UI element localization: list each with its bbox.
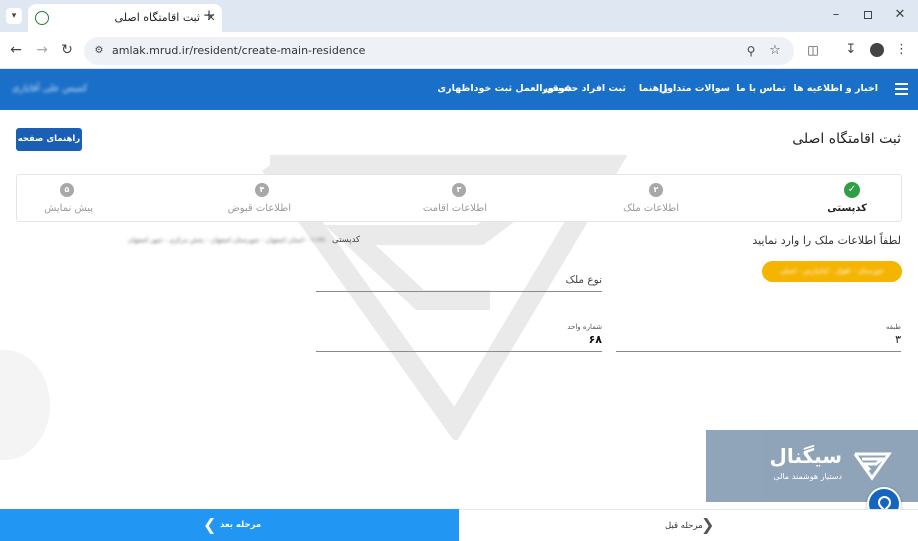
tab-title: ثبت اقامتگاه اصلی [114, 11, 200, 24]
tab-list-chevron-icon[interactable]: ▾ [6, 8, 22, 24]
page-guide-button[interactable]: راهنمای صفحه [16, 128, 82, 151]
next-step-button[interactable]: ❮ مرحله بعد [0, 509, 459, 541]
step-1-check-icon: ✓ [844, 182, 860, 198]
floor-label: طبقه [886, 323, 901, 331]
step-3-number: ۳ [452, 183, 466, 197]
unit-number-underline [316, 351, 602, 352]
site-header: اخبار و اطلاعیه ها تماس با ما سوالات متد… [0, 69, 918, 110]
signal-brand: سیگنال [769, 444, 843, 468]
location-badge-text: خوزستان - اهواز - کیانپارس - اصلی [780, 267, 884, 275]
restore-icon[interactable] [864, 11, 872, 19]
nav-guide[interactable]: راهنما [639, 83, 668, 94]
nav-news[interactable]: اخبار و اطلاعیه ها [793, 83, 878, 94]
property-type-label: نوع ملک [565, 274, 602, 286]
close-window-icon[interactable]: ✕ [892, 7, 908, 23]
page-guide-button-label: راهنمای صفحه [17, 134, 81, 144]
form-instruction: لطفاً اطلاعات ملک را وارد نمایید [752, 234, 901, 247]
hamburger-menu-icon[interactable] [895, 83, 908, 95]
step-3-label: اطلاعات اقامت [422, 203, 487, 214]
step-2-label: اطلاعات ملک [623, 203, 679, 214]
url-text[interactable]: amlak.mrud.ir/resident/create-main-resid… [112, 44, 365, 57]
extensions-icon[interactable]: ◫ [805, 42, 821, 58]
zoom-icon[interactable]: ⚲ [744, 43, 758, 59]
nav-self-declaration-guide[interactable]: دستورالعمل ثبت خوداظهاری [437, 83, 572, 94]
signal-logo-icon [853, 452, 892, 481]
page-title: ثبت اقامتگاه اصلی [792, 131, 901, 147]
profile-avatar[interactable] [870, 43, 884, 57]
location-badge: خوزستان - اهواز - کیانپارس - اصلی [762, 261, 902, 282]
postal-address-text: ۱۱۹۹۰ - استان اصفهان - شهرستان اصفهان - … [127, 236, 328, 244]
step-1-label: کدپستی [827, 203, 867, 214]
floor-input[interactable]: ۳ [616, 333, 901, 346]
background-blur [0, 350, 50, 460]
previous-chevron-icon: ❯ [701, 515, 715, 534]
new-tab-icon[interactable]: + [202, 7, 216, 23]
minimize-icon[interactable]: – [828, 7, 844, 23]
step-4-number: ۴ [255, 183, 269, 197]
address-bar[interactable]: ⚙ amlak.mrud.ir/resident/create-main-res… [84, 37, 794, 65]
browser-toolbar: ← → ↻ ⚙ amlak.mrud.ir/resident/create-ma… [0, 32, 918, 69]
browser-menu-icon[interactable]: ⋮ [895, 42, 908, 58]
bookmark-star-icon[interactable]: ☆ [768, 43, 782, 59]
stepper: ✓ کدپستی ۲ اطلاعات ملک ۳ اطلاعات اقامت ۴… [16, 174, 902, 222]
user-name[interactable]: کمیس علی آقایاری [12, 83, 87, 94]
download-icon[interactable]: ↧ [843, 42, 859, 58]
previous-step-button[interactable]: مرحله قبل ❯ [459, 509, 918, 541]
step-5-label: پیش نمایش [44, 203, 93, 214]
step-4-label: اطلاعات قبوض [227, 203, 291, 214]
postal-code-label: کدپستی [332, 235, 361, 245]
step-2-number: ۲ [649, 183, 663, 197]
signal-tagline: دستیار هوشمند مالی [773, 472, 842, 481]
nav-faq[interactable]: سوالات متداول [659, 83, 730, 94]
reload-icon[interactable]: ↻ [59, 42, 75, 58]
favicon-icon [35, 11, 49, 25]
property-type-select[interactable] [316, 291, 602, 292]
forward-icon[interactable]: → [34, 42, 50, 58]
back-icon[interactable]: ← [8, 42, 24, 58]
unit-number-input[interactable]: ۶۸ [316, 333, 602, 346]
step-5-number: ۵ [60, 183, 74, 197]
browser-tab[interactable]: ثبت اقامتگاه اصلی ✕ [28, 4, 222, 32]
browser-tab-bar: ▾ ثبت اقامتگاه اصلی ✕ + – ✕ [0, 0, 918, 32]
site-info-icon[interactable]: ⚙ [92, 43, 106, 59]
previous-step-label: مرحله قبل [665, 521, 703, 531]
floor-underline [616, 351, 901, 352]
unit-number-label: شماره واحد [567, 323, 602, 331]
nav-contact[interactable]: تماس با ما [736, 83, 786, 94]
next-chevron-icon: ❮ [203, 515, 217, 534]
next-step-label: مرحله بعد [220, 520, 262, 530]
